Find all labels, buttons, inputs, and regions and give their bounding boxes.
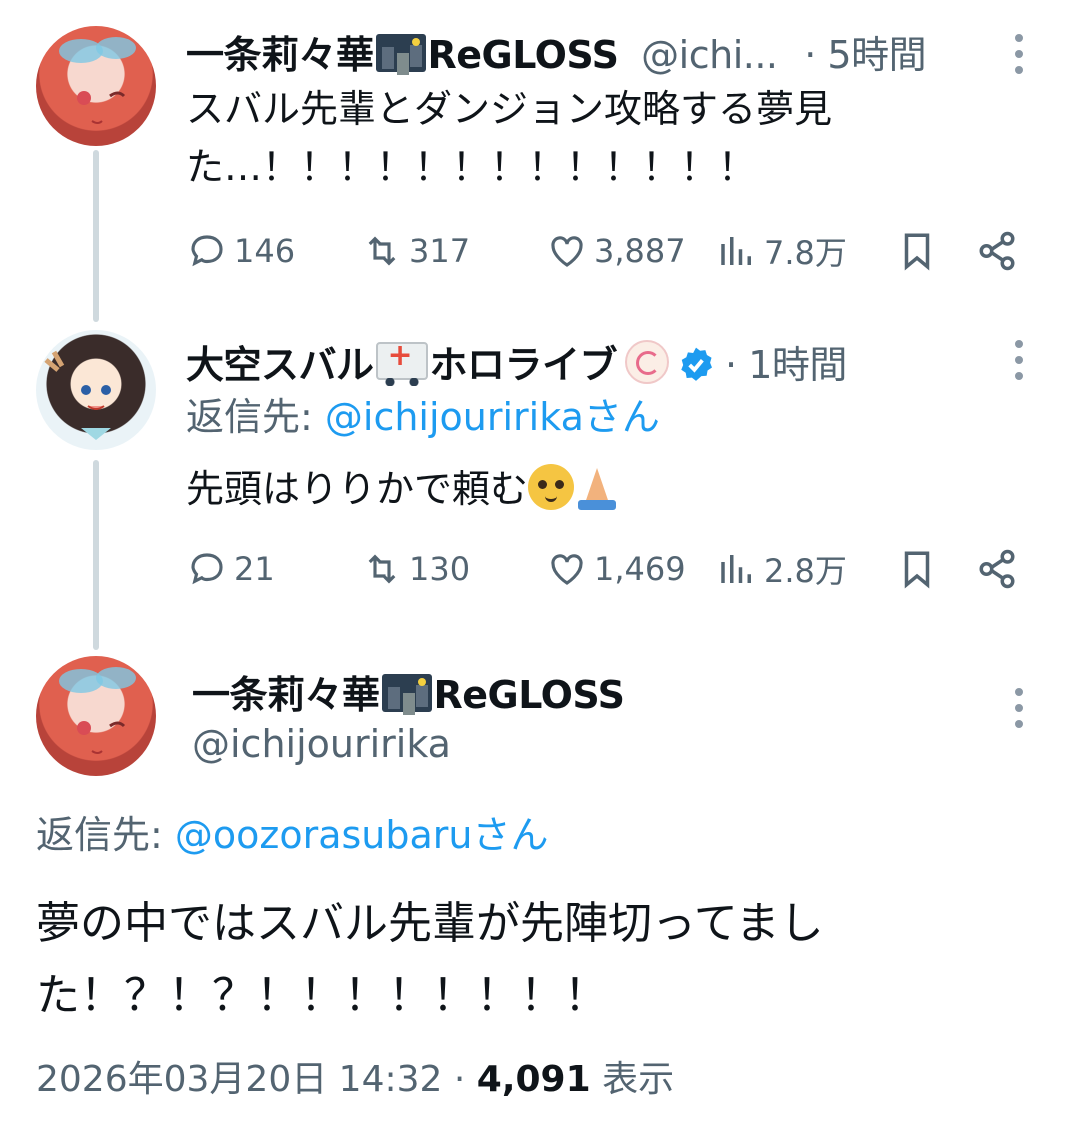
night-city-emoji: [375, 34, 426, 72]
analytics-icon: [721, 555, 751, 583]
pleading-face-emoji: [528, 464, 575, 510]
tweet-text-line: た…！！！！！！！！！！！！！: [186, 145, 757, 189]
tweet-text-line: 先頭はりりかで頼む: [186, 467, 529, 511]
bookmark-icon[interactable]: [896, 230, 938, 272]
tweet-text-line: た！？！？！！！！！！！！: [36, 970, 608, 1021]
reply-count: 21: [234, 550, 275, 588]
ambulance-emoji: [375, 338, 428, 386]
avatar-illustration: [44, 350, 111, 440]
timestamp[interactable]: · 1時間: [725, 343, 847, 387]
reply-to-suffix[interactable]: さん: [473, 813, 549, 857]
display-name-suffix[interactable]: ReGLOSS: [428, 33, 619, 77]
main-tweet-text: 夢の中ではスバル先輩が先陣切ってまし た！？！？！！！！！！！！: [36, 888, 824, 1032]
tweet-actions: 21 130 1,469 2.8万: [186, 544, 1036, 594]
tweet-text: スバル先輩とダンジョン攻略する夢見 た…！！！！！！！！！！！！！: [186, 80, 832, 196]
share-icon[interactable]: [976, 548, 1018, 590]
tweet-text-line: 夢の中ではスバル先輩が先陣切ってまし: [36, 898, 824, 949]
display-name-suffix[interactable]: ReGLOSS: [434, 673, 625, 717]
more-options-icon[interactable]: [1015, 688, 1025, 736]
tweet-actions: 146 317 3,887 7.8万: [186, 226, 1036, 276]
like-button[interactable]: 3,887: [546, 226, 686, 276]
share-icon[interactable]: [976, 230, 1018, 272]
reply-to-handle[interactable]: @ichijouririka: [325, 395, 584, 439]
view-label: 表示: [590, 1059, 675, 1100]
timestamp[interactable]: · 5時間: [804, 33, 926, 77]
tweet-timestamp[interactable]: 2026年03月20日 14:32: [36, 1059, 442, 1100]
retweet-icon: [368, 236, 396, 266]
reply-icon: [191, 235, 223, 267]
avatar[interactable]: [36, 656, 156, 776]
retweet-count: 317: [409, 232, 471, 270]
naruto-badge-icon: [625, 340, 670, 384]
avatar[interactable]: [36, 26, 156, 146]
retweet-count: 130: [409, 550, 471, 588]
like-button[interactable]: 1,469: [546, 544, 686, 594]
reply-to: 返信先: @oozorasubaruさん: [36, 806, 549, 864]
handle[interactable]: @ichi...: [641, 33, 778, 77]
avatar-illustration: [59, 667, 136, 754]
tweet-author-line: 大空スバル ホロライブ · 1時間: [186, 334, 847, 389]
display-name[interactable]: 一条莉々華: [192, 673, 380, 717]
reply-to: 返信先: @ichijouririkaさん: [186, 388, 660, 446]
more-options-icon[interactable]: [1015, 34, 1025, 82]
like-count: 3,887: [594, 232, 686, 270]
main-author-name[interactable]: 一条莉々華 ReGLOSS: [192, 664, 625, 719]
reply-to-handle[interactable]: @oozorasubaru: [175, 813, 473, 857]
retweet-button[interactable]: 317: [361, 226, 470, 276]
reply-count: 146: [234, 232, 296, 270]
tweet-meta: 2026年03月20日 14:32 · 4,091 表示: [36, 1050, 674, 1102]
reply-to-label: 返信先:: [36, 813, 175, 857]
heart-icon: [551, 554, 583, 585]
more-options-icon[interactable]: [1015, 340, 1025, 388]
view-count: 7.8万: [764, 234, 847, 272]
verified-badge-icon: [681, 347, 713, 381]
folded-hands-emoji: [574, 464, 620, 510]
bookmark-icon[interactable]: [896, 548, 938, 590]
thread-line: [93, 150, 99, 322]
tweet-text: 先頭はりりかで頼む: [186, 460, 620, 518]
reply-icon: [191, 553, 223, 585]
night-city-emoji: [381, 674, 432, 712]
heart-icon: [551, 236, 583, 267]
display-name[interactable]: 一条莉々華: [186, 33, 374, 77]
avatar-illustration: [59, 37, 136, 124]
analytics-icon: [721, 237, 751, 265]
views-button[interactable]: 2.8万: [716, 544, 847, 594]
main-author-handle[interactable]: @ichijouririka: [192, 722, 451, 766]
reply-to-suffix[interactable]: さん: [584, 395, 660, 439]
reply-button[interactable]: 21: [186, 544, 275, 594]
retweet-icon: [368, 554, 396, 584]
view-count: 4,091: [476, 1059, 591, 1100]
retweet-button[interactable]: 130: [361, 544, 470, 594]
reply-button[interactable]: 146: [186, 226, 295, 276]
thread-line: [93, 460, 99, 650]
reply-to-label: 返信先:: [186, 395, 325, 439]
avatar[interactable]: [36, 330, 156, 450]
like-count: 1,469: [594, 550, 686, 588]
view-count: 2.8万: [764, 552, 847, 590]
display-name-suffix[interactable]: ホロライブ: [430, 343, 618, 387]
display-name[interactable]: 大空スバル: [186, 343, 374, 387]
meta-separator: ·: [442, 1059, 477, 1100]
tweet-author-line: 一条莉々華 ReGLOSS @ichi... · 5時間: [186, 24, 927, 79]
tweet-text-line: スバル先輩とダンジョン攻略する夢見: [186, 87, 833, 131]
views-button[interactable]: 7.8万: [716, 226, 847, 276]
